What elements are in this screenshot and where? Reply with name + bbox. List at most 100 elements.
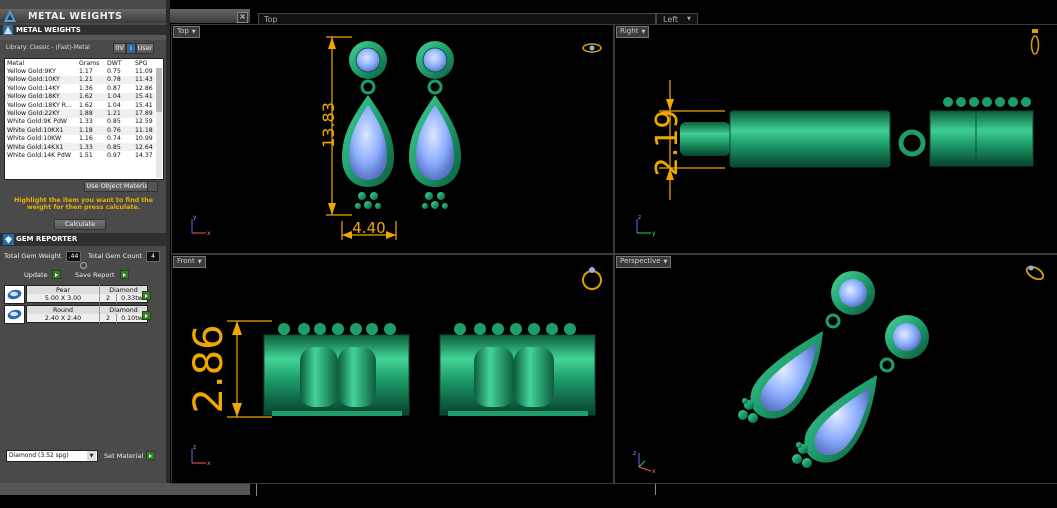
table-cell: 1.04 bbox=[107, 101, 121, 109]
table-scrollbar[interactable] bbox=[156, 68, 162, 178]
table-cell: 11.43 bbox=[135, 76, 153, 84]
table-cell: 1.33 bbox=[79, 143, 93, 151]
gem-count: 2 bbox=[99, 294, 117, 303]
save-report-button[interactable]: Save Report bbox=[75, 271, 115, 279]
column-header[interactable]: Grams bbox=[77, 59, 105, 68]
axis-icon: zx bbox=[633, 450, 656, 475]
table-row[interactable]: Yellow Gold:10KY 1.21 0.78 11.43 bbox=[5, 75, 155, 85]
dimension-height-label: 2.86 bbox=[186, 324, 232, 413]
table-cell: 0.74 bbox=[107, 135, 121, 143]
table-row[interactable]: Yellow Gold:9KY 1.17 0.75 11.09 bbox=[5, 67, 155, 76]
axis-icon: zx bbox=[191, 444, 211, 467]
window-titlebar[interactable]: METAL WEIGHTS × bbox=[0, 9, 250, 23]
units-toggle[interactable]: 0V bbox=[113, 43, 126, 54]
gem-row-go-icon[interactable] bbox=[142, 311, 151, 320]
table-cell: 0.97 bbox=[107, 151, 121, 159]
viewport-front[interactable]: Front ▼ 2.86 z x bbox=[171, 254, 614, 484]
table-cell: 1.21 bbox=[79, 76, 93, 84]
table-row[interactable]: White Gold:14K PdW 1.51 0.97 14.37 bbox=[5, 151, 155, 160]
perspective-view-drawing: zx bbox=[633, 265, 1045, 475]
gem-row[interactable]: Pear Diamond 5.00 X 3.00 2 0.33tw bbox=[4, 285, 151, 304]
material-select-value: Diamond (3.52 spg) bbox=[9, 452, 69, 459]
ring-preview-icon bbox=[1030, 29, 1040, 55]
svg-text:y: y bbox=[193, 214, 197, 221]
scrollbar-thumb[interactable] bbox=[156, 68, 162, 112]
material-select[interactable]: Diamond (3.52 spg) ▼ bbox=[6, 450, 98, 462]
table-row[interactable]: Yellow Gold:18KY 1.62 1.04 15.41 bbox=[5, 92, 155, 101]
divider bbox=[0, 35, 166, 40]
column-header[interactable]: SPG bbox=[133, 59, 155, 68]
chevron-down-icon[interactable]: ▼ bbox=[687, 16, 691, 22]
right-view-drawing: 2.19 zy bbox=[636, 29, 1040, 237]
refresh-icon[interactable] bbox=[80, 262, 87, 269]
earring-right-top bbox=[409, 41, 461, 209]
table-cell: White Gold:10KW bbox=[7, 135, 62, 143]
use-object-materials-button[interactable]: Use Object Materials bbox=[84, 181, 156, 192]
table-row[interactable]: Yellow Gold:18KY R... 1.62 1.04 15.41 bbox=[5, 100, 155, 110]
set-material-button[interactable]: Set Material bbox=[104, 452, 143, 460]
viewport-top[interactable]: Top ▼ 13.83 4.40 y x bbox=[171, 24, 614, 254]
checkbox[interactable] bbox=[147, 181, 158, 192]
section-title: GEM REPORTER bbox=[16, 235, 78, 243]
table-row[interactable]: Yellow Gold:22KY 1.88 1.21 17.89 bbox=[5, 109, 155, 118]
gem-thumbnail[interactable] bbox=[4, 305, 25, 324]
earring-right-side bbox=[680, 97, 1034, 168]
table-row[interactable]: White Gold:10KW 1.16 0.74 10.99 bbox=[5, 134, 155, 143]
gem-reporter-header: GEM REPORTER bbox=[0, 233, 166, 246]
table-cell: 1.16 bbox=[79, 135, 93, 143]
user-library-button[interactable]: User bbox=[136, 43, 154, 54]
total-gem-count-label: Total Gem Count bbox=[88, 252, 142, 260]
gem-row[interactable]: Round Diamond 2.40 X 2.40 2 0.10tw bbox=[4, 305, 151, 324]
table-cell: 1.33 bbox=[79, 118, 93, 126]
info-icon[interactable]: i bbox=[126, 43, 136, 54]
table-cell: 1.88 bbox=[79, 110, 93, 118]
table-cell: 1.17 bbox=[79, 68, 93, 76]
viewport-perspective[interactable]: Perspective ▼ zx bbox=[614, 254, 1057, 484]
table-row[interactable]: Yellow Gold:14KY 1.36 0.87 12.86 bbox=[5, 84, 155, 93]
table-header-row: Metal Grams DWT SPG bbox=[5, 59, 155, 68]
table-cell: Yellow Gold:18KY bbox=[7, 93, 60, 101]
table-cell: 14.37 bbox=[135, 151, 153, 159]
set-material-go-icon[interactable] bbox=[146, 451, 155, 460]
table-cell: 11.18 bbox=[135, 126, 153, 134]
chevron-down-icon[interactable]: ▼ bbox=[87, 451, 96, 461]
gem-row-go-icon[interactable] bbox=[142, 291, 151, 300]
save-report-go-icon[interactable] bbox=[120, 270, 129, 279]
background-tab-label: Top bbox=[264, 15, 278, 24]
update-go-icon[interactable] bbox=[52, 270, 61, 279]
table-cell: Yellow Gold:10KY bbox=[7, 76, 60, 84]
close-icon[interactable]: × bbox=[237, 12, 248, 23]
table-row[interactable]: White Gold:14KX1 1.33 0.85 12.64 bbox=[5, 142, 155, 152]
column-header[interactable]: DWT bbox=[105, 59, 133, 68]
update-button[interactable]: Update bbox=[24, 271, 48, 279]
metal-weights-section-header: METAL WEIGHTS bbox=[0, 25, 166, 35]
table-cell: 1.62 bbox=[79, 93, 93, 101]
gem-shape-icon bbox=[7, 289, 22, 300]
gem-info-table: Round Diamond 2.40 X 2.40 2 0.10tw bbox=[26, 305, 148, 323]
metal-section-icon bbox=[3, 25, 13, 35]
hint-text: Highlight the item you want to find the … bbox=[13, 197, 154, 211]
viewport-right[interactable]: Right ▼ 2.19 zy bbox=[614, 24, 1057, 254]
table-cell: 1.51 bbox=[79, 151, 93, 159]
table-cell: 0.75 bbox=[107, 68, 121, 76]
axis-icon: yx bbox=[191, 214, 211, 237]
axis-icon: zy bbox=[636, 214, 656, 237]
table-cell: 1.21 bbox=[107, 110, 121, 118]
gem-shape: Round bbox=[26, 305, 100, 314]
gem-thumbnail[interactable] bbox=[4, 285, 25, 304]
table-cell: 12.64 bbox=[135, 143, 153, 151]
table-cell: Yellow Gold:9KY bbox=[7, 68, 56, 76]
gem-size: 5.00 X 3.00 bbox=[26, 294, 100, 303]
table-cell: 1.62 bbox=[79, 101, 93, 109]
table-row[interactable]: White Gold:10KX1 1.18 0.76 11.18 bbox=[5, 126, 155, 135]
section-title: METAL WEIGHTS bbox=[16, 26, 81, 34]
table-cell: White Gold:9K PdW bbox=[7, 118, 68, 126]
panel-splitter[interactable] bbox=[166, 0, 170, 495]
earring-right-front bbox=[439, 323, 596, 416]
gem-shape-icon bbox=[7, 309, 22, 320]
table-row[interactable]: White Gold:9K PdW 1.33 0.85 12.59 bbox=[5, 117, 155, 127]
calculate-button[interactable]: Calculate bbox=[54, 219, 106, 230]
window-title: METAL WEIGHTS bbox=[28, 11, 123, 22]
ring-preview-icon bbox=[1025, 265, 1045, 281]
column-header[interactable]: Metal bbox=[5, 59, 77, 68]
